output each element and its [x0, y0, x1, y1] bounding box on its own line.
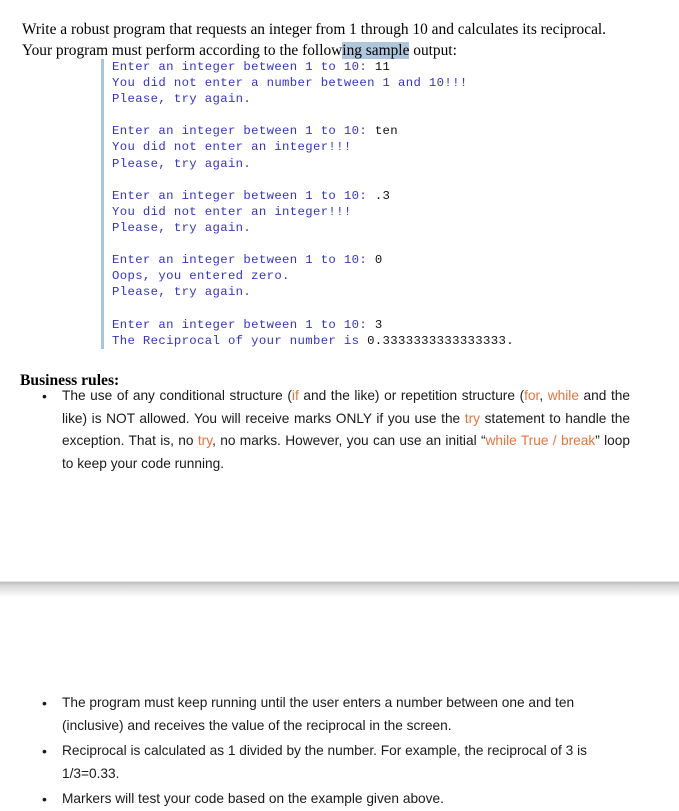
- list-item: • The use of any conditional structure (i…: [40, 385, 630, 475]
- console-user-input: ten: [374, 124, 399, 139]
- intro-text-after: output:: [409, 42, 457, 60]
- code-keyword: try: [197, 433, 213, 449]
- console-line: Please, try again.: [112, 284, 571, 300]
- console-user-input: 11: [374, 60, 391, 74]
- console-user-input: 3: [374, 317, 383, 332]
- bullet-dot-icon: •: [42, 743, 47, 760]
- console-prompt-text: Enter an integer between 1 to 10:: [112, 253, 375, 268]
- page-break-separator: [0, 581, 679, 597]
- console-line: Please, try again.: [112, 156, 571, 172]
- console-prompt-text: Please, try again.: [112, 285, 252, 300]
- console-line: Enter an integer between 1 to 10: 3: [112, 317, 571, 333]
- console-line: Enter an integer between 1 to 10: 11: [112, 59, 571, 75]
- text-segment: Markers will test your code based on the…: [62, 791, 444, 807]
- business-rules-list-first: • The use of any conditional structure (i…: [40, 385, 630, 475]
- console-prompt-text: Please, try again.: [112, 92, 252, 107]
- console-line: Enter an integer between 1 to 10: .3: [112, 188, 571, 204]
- console-prompt-text: Enter an integer between 1 to 10:: [112, 188, 375, 203]
- console-prompt-text: Please, try again.: [112, 156, 252, 171]
- console-line: You did not enter an integer!!!: [112, 204, 571, 220]
- console-prompt-text: You did not enter an integer!!!: [112, 204, 352, 219]
- console-prompt-text: Oops, you entered zero.: [112, 269, 290, 284]
- text-segment: ,: [539, 388, 548, 403]
- text-segment: , no marks. However, you can use an init…: [212, 433, 486, 449]
- bullet-dot-icon: •: [42, 388, 47, 404]
- intro-text-before: Write a robust program that requests an …: [22, 21, 607, 60]
- list-item-text: Reciprocal is calculated as 1 divided by…: [62, 740, 630, 785]
- text-segment: The program must keep running until the …: [62, 695, 575, 733]
- console-line: You did not enter a number between 1 and…: [112, 75, 571, 91]
- list-item-text: Markers will test your code based on the…: [62, 788, 630, 811]
- text-segment: Reciprocal is calculated as 1 divided by…: [62, 743, 587, 781]
- console-prompt-text: The Reciprocal of your number is: [112, 333, 368, 348]
- console-user-input: 0.3333333333333333.: [367, 333, 514, 348]
- list-item: • Markers will test your code based on th…: [40, 788, 630, 811]
- console-line: The Reciprocal of your number is 0.33333…: [112, 333, 571, 349]
- console-line: Enter an integer between 1 to 10: 0: [112, 252, 571, 268]
- code-keyword: while True / break: [485, 433, 596, 449]
- code-keyword: if: [291, 388, 299, 403]
- console-line: Oops, you entered zero.: [112, 268, 571, 284]
- console-prompt-text: Enter an integer between 1 to 10:: [112, 60, 375, 74]
- console-prompt-text: Enter an integer between 1 to 10:: [112, 124, 375, 139]
- business-rules-list-second: • The program must keep running until the…: [40, 692, 630, 811]
- list-item-text: The program must keep running until the …: [62, 692, 630, 737]
- text-segment: The use of any conditional structure (: [62, 388, 292, 403]
- code-keyword: try: [464, 410, 480, 426]
- bullet-dot-icon: •: [42, 695, 47, 711]
- console-line: Please, try again.: [112, 220, 571, 236]
- bullet-dot-icon: •: [42, 791, 47, 808]
- console-user-input: 0: [374, 253, 383, 268]
- console-line: Enter an integer between 1 to 10: ten: [112, 123, 571, 139]
- list-item: • The program must keep running until the…: [40, 692, 630, 737]
- list-item: • Reciprocal is calculated as 1 divided b…: [40, 740, 630, 785]
- console-line: You did not enter an integer!!!: [112, 139, 571, 155]
- console-line: Please, try again.: [112, 91, 571, 107]
- console-prompt-text: Please, try again.: [112, 220, 252, 235]
- sample-output-block: Enter an integer between 1 to 10: 11 You …: [101, 59, 571, 349]
- console-prompt-text: Enter an integer between 1 to 10:: [112, 317, 375, 332]
- intro-paragraph: Write a robust program that requests an …: [22, 19, 630, 61]
- code-keyword: while: [547, 388, 579, 403]
- code-keyword: for: [524, 388, 540, 403]
- highlighted-text: ing sample: [342, 42, 410, 60]
- list-item-text: The use of any conditional structure (if…: [62, 385, 630, 475]
- console-user-input: .3: [374, 188, 391, 203]
- text-segment: and the like) or repetition structure (: [298, 388, 525, 403]
- console-prompt-text: You did not enter an integer!!!: [112, 140, 352, 155]
- console-prompt-text: You did not enter a number between 1 and…: [112, 76, 468, 91]
